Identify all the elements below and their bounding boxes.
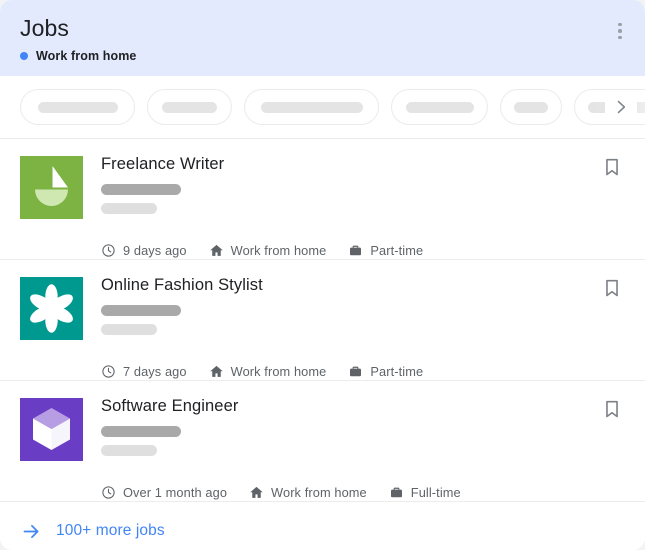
job-meta-label: Part-time bbox=[370, 242, 424, 258]
home-icon bbox=[209, 243, 224, 258]
source-placeholder bbox=[101, 445, 157, 456]
header-subtitle-label: Work from home bbox=[36, 49, 137, 63]
jobs-header: Jobs Work from home bbox=[0, 0, 645, 76]
job-list-item[interactable]: Freelance Writer 9 days ago Work from home… bbox=[0, 139, 645, 260]
job-meta-label: 7 days ago bbox=[123, 363, 187, 379]
job-list: Freelance Writer 9 days ago Work from home… bbox=[0, 139, 645, 502]
filter-chip-placeholder bbox=[162, 101, 217, 113]
job-meta-item: Part-time bbox=[348, 243, 423, 258]
job-meta-label: Full-time bbox=[410, 484, 461, 500]
job-meta-item: Work from home bbox=[209, 364, 327, 379]
clock-icon bbox=[101, 364, 116, 379]
arrow-right-icon bbox=[20, 520, 42, 542]
chevron-right-icon[interactable] bbox=[605, 91, 637, 123]
bookmark-outline-icon[interactable] bbox=[599, 156, 625, 182]
clock-icon bbox=[101, 243, 116, 258]
filter-chip-5[interactable] bbox=[500, 89, 562, 125]
home-icon bbox=[249, 485, 264, 500]
job-meta-row: 9 days ago Work from home Part-time bbox=[101, 241, 423, 259]
job-meta-label: Work from home bbox=[230, 242, 327, 258]
job-meta-item: 9 days ago bbox=[101, 243, 187, 258]
home-icon bbox=[209, 364, 224, 379]
job-details: Freelance Writer 9 days ago Work from home… bbox=[101, 155, 625, 259]
briefcase-icon bbox=[348, 364, 363, 379]
sailboat-logo bbox=[20, 156, 83, 219]
job-title: Online Fashion Stylist bbox=[101, 276, 263, 294]
job-title: Software Engineer bbox=[101, 397, 239, 415]
briefcase-icon bbox=[348, 243, 363, 258]
source-placeholder bbox=[101, 324, 157, 335]
source-placeholder bbox=[101, 203, 157, 214]
job-details: Software Engineer Over 1 month ago Work fr… bbox=[101, 397, 625, 501]
bookmark-outline-icon[interactable] bbox=[599, 277, 625, 303]
job-details: Online Fashion Stylist 7 days ago Work fro… bbox=[101, 276, 625, 380]
more-jobs-label: 100+ more jobs bbox=[56, 522, 165, 539]
status-dot-icon bbox=[20, 52, 28, 60]
job-meta-item: Work from home bbox=[249, 485, 367, 500]
job-meta-item: Part-time bbox=[348, 364, 423, 379]
job-meta-label: Part-time bbox=[370, 363, 424, 379]
header-subtitle: Work from home bbox=[20, 49, 625, 63]
jobs-card: Jobs Work from home Freelance Writer 9 da… bbox=[0, 0, 645, 550]
company-placeholder bbox=[101, 426, 181, 437]
job-list-item[interactable]: Software Engineer Over 1 month ago Work fr… bbox=[0, 381, 645, 502]
page-title: Jobs bbox=[20, 15, 69, 41]
filter-chip-2[interactable] bbox=[147, 89, 232, 125]
company-placeholder bbox=[101, 305, 181, 316]
filter-chip-placeholder bbox=[514, 101, 548, 113]
job-meta-item: Work from home bbox=[209, 243, 327, 258]
job-meta-label: Work from home bbox=[230, 363, 327, 379]
bookmark-outline-icon[interactable] bbox=[599, 398, 625, 424]
job-meta-row: Over 1 month ago Work from home Full-time bbox=[101, 483, 461, 501]
job-meta-label: Work from home bbox=[271, 484, 367, 500]
job-meta-label: Over 1 month ago bbox=[123, 484, 228, 500]
job-meta-row: 7 days ago Work from home Part-time bbox=[101, 362, 423, 380]
job-meta-item: 7 days ago bbox=[101, 364, 187, 379]
filter-chips-row bbox=[0, 76, 645, 139]
job-meta-item: Over 1 month ago bbox=[101, 485, 227, 500]
flower-logo bbox=[20, 277, 83, 340]
clock-icon bbox=[101, 485, 116, 500]
job-title: Freelance Writer bbox=[101, 155, 225, 173]
job-meta-item: Full-time bbox=[389, 485, 461, 500]
filter-chip-4[interactable] bbox=[391, 89, 488, 125]
job-list-item[interactable]: Online Fashion Stylist 7 days ago Work fro… bbox=[0, 260, 645, 381]
company-placeholder bbox=[101, 184, 181, 195]
filter-chip-placeholder bbox=[405, 101, 474, 113]
more-vert-icon[interactable] bbox=[608, 17, 632, 45]
filter-chip-3[interactable] bbox=[244, 89, 379, 125]
more-jobs-button[interactable]: 100+ more jobs bbox=[0, 502, 645, 550]
filter-chip-1[interactable] bbox=[20, 89, 135, 125]
filter-chip-placeholder bbox=[260, 101, 363, 113]
filter-chip-placeholder bbox=[37, 101, 118, 113]
briefcase-icon bbox=[389, 485, 404, 500]
cube-logo bbox=[20, 398, 83, 461]
job-meta-label: 9 days ago bbox=[123, 242, 187, 258]
